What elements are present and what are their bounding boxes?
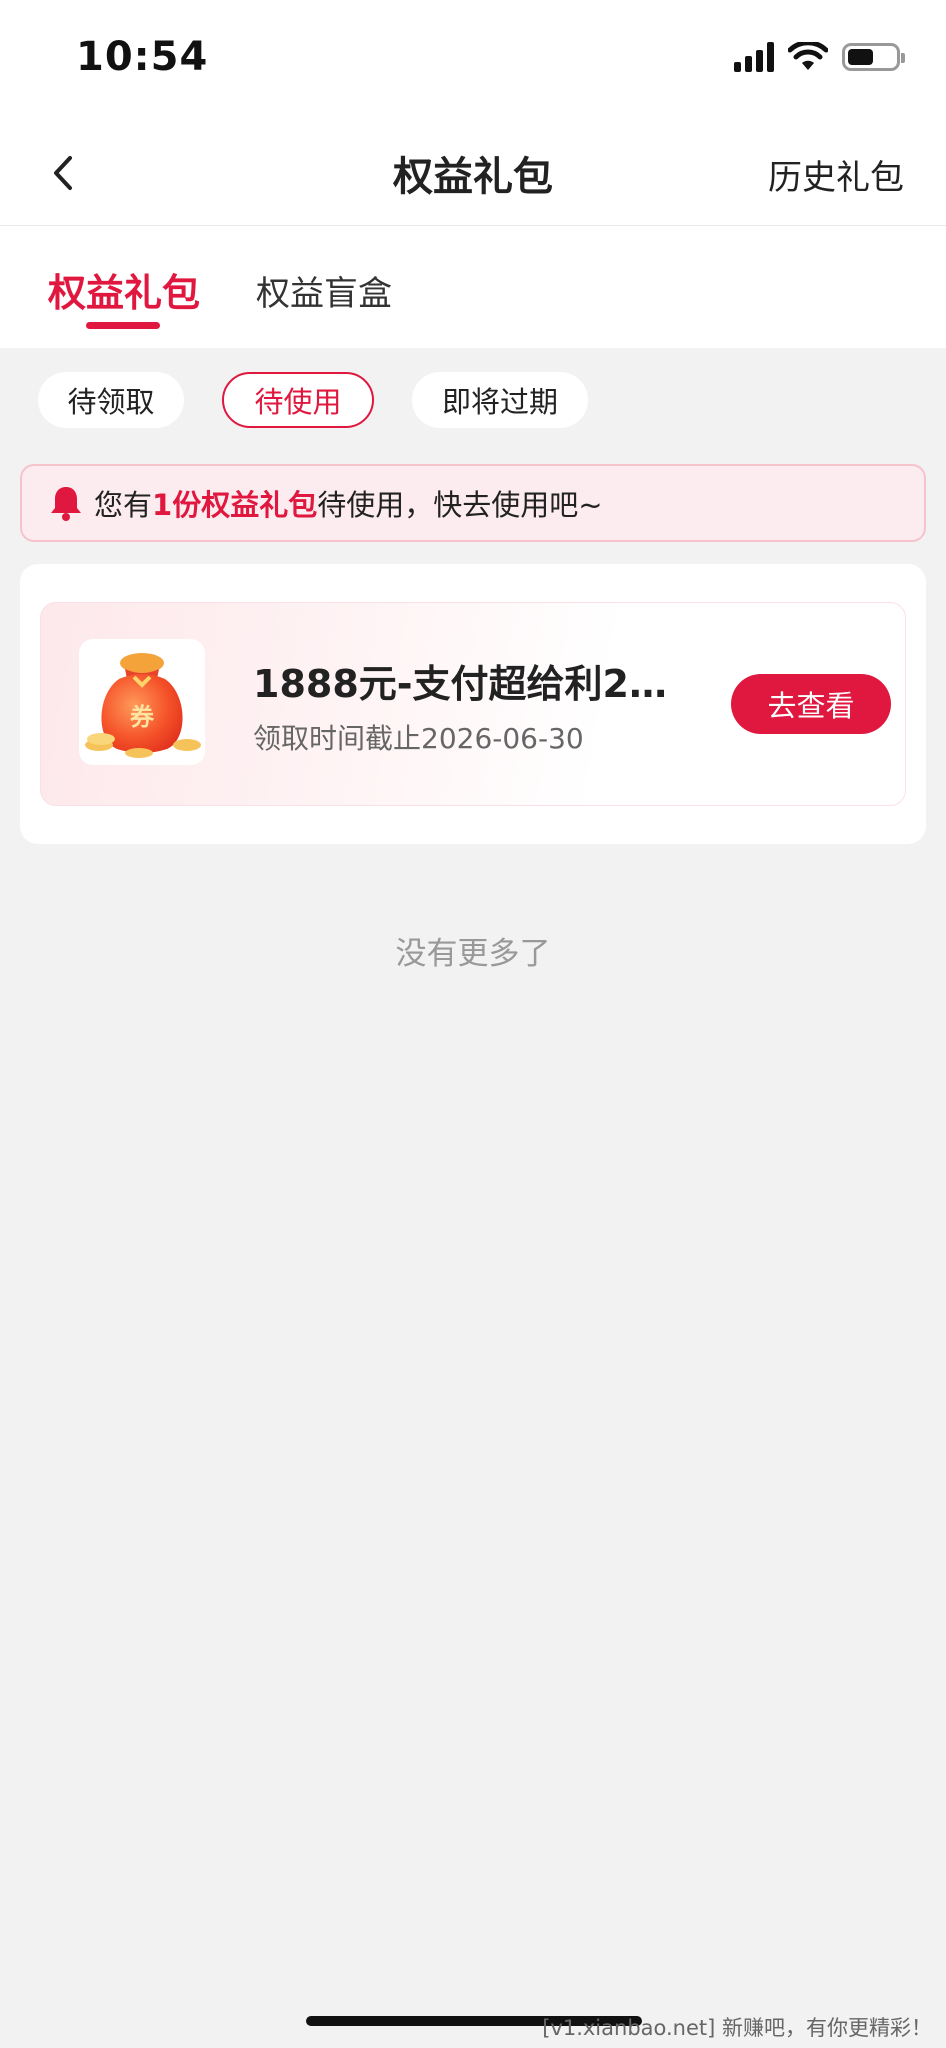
status-icons bbox=[734, 42, 905, 72]
wifi-icon bbox=[788, 42, 828, 70]
filter-expiring-soon[interactable]: 即将过期 bbox=[412, 372, 588, 428]
gift-deadline: 领取时间截止2026-06-30 bbox=[253, 722, 584, 755]
no-more-text: 没有更多了 bbox=[395, 936, 551, 972]
notice-highlight: 1份权益礼包 bbox=[152, 488, 318, 522]
top-tabs: 权益礼包 权益盲盒 bbox=[0, 226, 946, 348]
notice-prefix: 您有 bbox=[94, 488, 153, 522]
status-time: 10:54 bbox=[76, 34, 209, 80]
history-gifts-button[interactable]: 历史礼包 bbox=[768, 150, 904, 199]
status-bar: 10:54 bbox=[0, 0, 946, 120]
gift-bag-icon: 券 bbox=[79, 639, 205, 765]
cellular-signal-icon bbox=[734, 42, 774, 72]
active-tab-indicator bbox=[86, 322, 160, 329]
filter-to-use[interactable]: 待使用 bbox=[222, 372, 374, 428]
nav-bar: 权益礼包 历史礼包 bbox=[0, 120, 946, 226]
tab-rights-gift[interactable]: 权益礼包 bbox=[48, 262, 200, 317]
notice-banner: 您有 1份权益礼包 待使用，快去使用吧~ bbox=[20, 464, 926, 542]
watermark: [v1.xianbao.net] 新赚吧，有你更精彩！ bbox=[542, 2016, 932, 2040]
gift-title: 1888元-支付超给利2… bbox=[253, 662, 667, 706]
bell-icon bbox=[51, 487, 81, 521]
coupon-char: 券 bbox=[130, 703, 155, 731]
page: 10:54 权益礼包 历史礼包 权益礼包 权益盲盒 待领取 待使用 即将过期 您… bbox=[0, 0, 946, 2048]
filter-to-claim[interactable]: 待领取 bbox=[38, 372, 184, 428]
view-gift-button[interactable]: 去查看 bbox=[731, 674, 891, 734]
notice-suffix: 待使用，快去使用吧~ bbox=[317, 488, 603, 522]
battery-icon bbox=[842, 43, 905, 71]
gift-item[interactable]: 券 1888元-支付超给利2… 领取时间截止2026-06-30 去查看 bbox=[40, 602, 906, 806]
tab-rights-blind-box[interactable]: 权益盲盒 bbox=[256, 266, 392, 315]
gift-list-card: 券 1888元-支付超给利2… 领取时间截止2026-06-30 去查看 bbox=[20, 564, 926, 844]
